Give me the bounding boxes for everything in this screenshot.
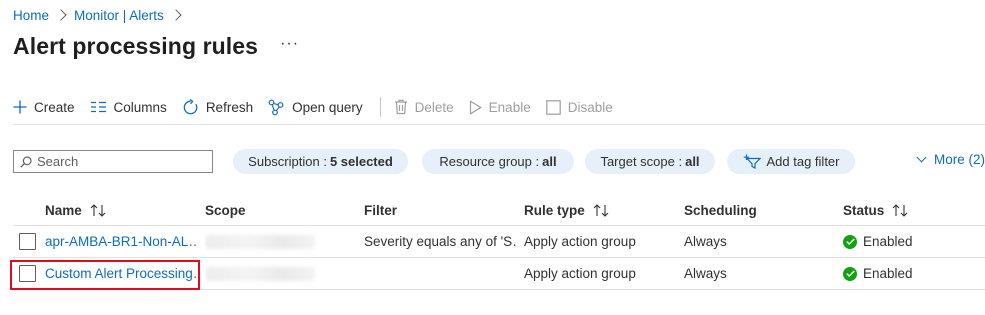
checkmark-circle-icon [843,266,857,281]
rule-name-link[interactable]: apr-AMBA-BR1-Non-AL… [45,226,197,257]
rule-type-cell: Apply action group [524,226,674,257]
more-filters-link[interactable]: More (2) [916,152,985,167]
column-header-name-label: Name [45,202,82,218]
status-cell: Enabled [843,258,983,289]
table-header: Name Scope Filter Rule type Scheduling S… [13,195,985,226]
query-icon [268,99,284,115]
sort-icon [593,203,609,217]
refresh-icon [183,98,198,114]
sort-icon [90,203,106,217]
enable-label: Enable [488,99,531,115]
status-text: Enabled [863,234,913,249]
target-scope-filter-label: Target scope : [600,154,683,169]
column-header-scheduling[interactable]: Scheduling [684,203,757,218]
disable-label: Disable [567,99,613,115]
sort-icon [892,203,908,217]
columns-button[interactable]: Columns [90,96,167,118]
table-row[interactable]: Custom Alert Processing… Apply action gr… [10,258,985,290]
rule-type-text: Apply action group [524,266,636,281]
rules-table: Name Scope Filter Rule type Scheduling S… [10,195,985,290]
columns-icon [90,101,106,113]
subscription-filter-label: Subscription : [248,154,327,169]
page-title: Alert processing rules [13,33,259,59]
search-icon [20,155,32,168]
column-header-scope-label: Scope [205,202,246,218]
status-text: Enabled [863,266,913,281]
checkmark-circle-icon [843,234,857,249]
redacted-scope [205,234,315,249]
column-header-status[interactable]: Status [843,203,908,218]
filter-cell: Severity equals any of 'S… [364,226,516,257]
scheduling-cell: Always [684,258,834,289]
search-placeholder: Search [37,154,79,169]
scheduling-cell: Always [684,226,834,257]
command-bar: Create Columns Refresh Open query Delete… [13,96,628,118]
open-query-button[interactable]: Open query [268,96,363,118]
subscription-filter-pill[interactable]: Subscription : 5 selected [233,149,408,174]
breadcrumb: Home Monitor | Alerts [13,6,189,24]
column-header-rule-type[interactable]: Rule type [524,203,609,218]
scheduling-text: Always [684,234,727,249]
column-header-status-label: Status [843,202,885,218]
toolbar-separator [13,124,985,125]
trash-icon [394,99,407,115]
filter-text: Severity equals any of 'S… [364,234,516,249]
breadcrumb-home[interactable]: Home [13,8,49,23]
stop-icon [545,99,561,115]
resource-group-filter-pill[interactable]: Resource group : all [422,149,574,174]
filter-add-icon [743,154,761,169]
chevron-right-icon [55,9,67,21]
delete-button[interactable]: Delete [394,96,454,118]
delete-label: Delete [414,99,454,115]
status-cell: Enabled [843,226,983,257]
table-row[interactable]: apr-AMBA-BR1-Non-AL… Severity equals any… [13,226,985,258]
highlight-annotation [10,260,200,290]
disable-button[interactable]: Disable [545,96,613,118]
title-row: Alert processing rules ··· [13,33,299,60]
column-header-scope[interactable]: Scope [205,203,246,218]
more-options-icon[interactable]: ··· [280,35,299,58]
rule-name-text: apr-AMBA-BR1-Non-AL… [45,234,197,249]
target-scope-filter-value: all [685,154,700,169]
scope-cell [205,258,335,289]
plus-icon [13,100,27,114]
row-checkbox[interactable] [19,233,36,250]
scope-cell [205,226,335,257]
rule-type-text: Apply action group [524,234,636,249]
refresh-button[interactable]: Refresh [182,96,253,118]
open-query-label: Open query [292,99,363,115]
search-input[interactable]: Search [13,150,213,173]
column-header-name[interactable]: Name [45,203,106,218]
breadcrumb-monitor-alerts[interactable]: Monitor | Alerts [74,8,164,23]
create-button[interactable]: Create [13,96,75,118]
toolbar-divider [379,97,381,117]
more-filters-label: More (2) [934,152,985,167]
add-tag-filter-label: Add tag filter [766,154,840,169]
add-tag-filter-button[interactable]: Add tag filter [727,149,855,174]
play-icon [469,99,482,115]
rule-type-cell: Apply action group [524,258,674,289]
create-label: Create [34,99,75,115]
column-header-rule-type-label: Rule type [524,202,585,218]
resource-group-filter-value: all [542,154,557,169]
refresh-label: Refresh [205,99,254,115]
column-header-filter[interactable]: Filter [364,203,397,218]
chevron-right-icon [170,9,182,21]
filter-bar: Search Subscription : 5 selected Resourc… [13,149,985,175]
column-header-scheduling-label: Scheduling [684,202,757,218]
enable-button[interactable]: Enable [469,96,531,118]
columns-label: Columns [113,99,167,115]
subscription-filter-value: 5 selected [329,154,393,169]
column-header-filter-label: Filter [364,202,398,218]
resource-group-filter-label: Resource group : [439,154,540,169]
scheduling-text: Always [684,266,727,281]
redacted-scope [205,266,315,281]
chevron-down-icon [916,152,927,163]
filter-cell [364,258,516,289]
target-scope-filter-pill[interactable]: Target scope : all [585,149,715,174]
